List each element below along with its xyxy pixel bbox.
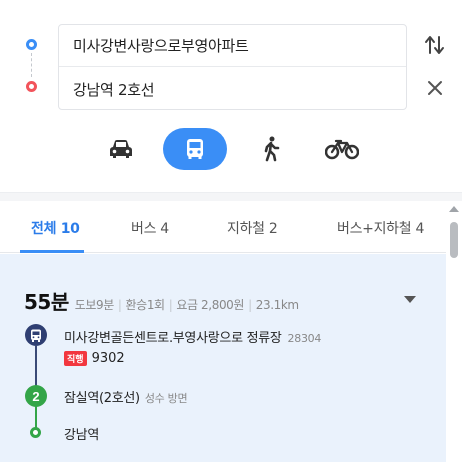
origin-marker-icon bbox=[26, 39, 37, 50]
swap-route-button[interactable] bbox=[424, 33, 446, 57]
destination-dot-icon bbox=[30, 427, 41, 438]
bus-badge-icon bbox=[25, 324, 47, 346]
clear-route-button[interactable] bbox=[424, 77, 446, 99]
route-meta: 도보9분 | 환승1회 | 요금 2,800원 | 23.1km bbox=[74, 298, 299, 312]
distance: 23.1km bbox=[255, 298, 299, 312]
bus-stop-step: 미사강변골든센트로.부영사랑으로 정류장 28304 bbox=[64, 327, 321, 346]
result-filter-tabs: 전체 10 버스 4 지하철 2 버스+지하철 4 bbox=[0, 201, 446, 253]
bus-stop-name: 미사강변골든센트로.부영사랑으로 정류장 bbox=[64, 331, 282, 346]
subway-step: 잠실역(2호선) 성수 방면 bbox=[64, 387, 188, 406]
tab-bus-subway[interactable]: 버스+지하철 4 bbox=[337, 218, 424, 238]
expand-chevron-icon[interactable] bbox=[404, 296, 416, 303]
tab-subway[interactable]: 지하철 2 bbox=[227, 218, 278, 238]
subway-direction: 성수 방면 bbox=[144, 392, 188, 405]
route-input-box: 미사강변사랑으로부영아파트 강남역 2호선 bbox=[58, 24, 407, 110]
mode-car-tab[interactable] bbox=[103, 128, 139, 170]
section-divider bbox=[0, 192, 462, 201]
scroll-up-icon[interactable] bbox=[449, 206, 459, 212]
route-duration: 55분 bbox=[24, 290, 69, 314]
bus-segment-line bbox=[35, 346, 37, 386]
swap-icon bbox=[425, 36, 444, 54]
mode-transit-tab[interactable] bbox=[163, 128, 227, 170]
walk-icon bbox=[264, 136, 280, 162]
bus-icon bbox=[187, 139, 203, 159]
bus-route-number: 9302 bbox=[91, 351, 125, 366]
tab-bus[interactable]: 버스 4 bbox=[131, 218, 169, 238]
bus-stop-id: 28304 bbox=[287, 332, 322, 345]
route-result-card[interactable]: 55분 도보9분 | 환승1회 | 요금 2,800원 | 23.1km 미사강변골든센트로… bbox=[0, 254, 446, 462]
route-connector bbox=[31, 53, 32, 77]
tab-all[interactable]: 전체 10 bbox=[31, 218, 80, 238]
car-icon bbox=[110, 140, 132, 158]
fare: 요금 2,800원 bbox=[176, 298, 245, 312]
scrollbar-thumb[interactable] bbox=[450, 222, 458, 258]
destination-field[interactable]: 강남역 2호선 bbox=[59, 68, 406, 110]
subway-line-badge: 2 bbox=[25, 385, 47, 407]
destination-step: 강남역 bbox=[64, 428, 99, 443]
mode-bike-tab[interactable] bbox=[322, 128, 362, 170]
bike-icon bbox=[325, 139, 359, 160]
route-summary: 55분 도보9분 | 환승1회 | 요금 2,800원 | 23.1km bbox=[24, 286, 299, 315]
mode-walk-tab[interactable] bbox=[253, 128, 289, 170]
transfer-count: 환승1회 bbox=[125, 298, 166, 312]
bus-route-tag: 직행 9302 bbox=[64, 351, 125, 366]
destination-marker-icon bbox=[26, 81, 37, 92]
bus-route-type-badge: 직행 bbox=[64, 351, 87, 366]
subway-stop-name: 잠실역(2호선) bbox=[64, 391, 140, 406]
origin-field[interactable]: 미사강변사랑으로부영아파트 bbox=[59, 25, 406, 67]
close-icon bbox=[428, 81, 442, 95]
active-tab-indicator bbox=[20, 250, 84, 253]
walk-time: 도보9분 bbox=[74, 298, 115, 312]
